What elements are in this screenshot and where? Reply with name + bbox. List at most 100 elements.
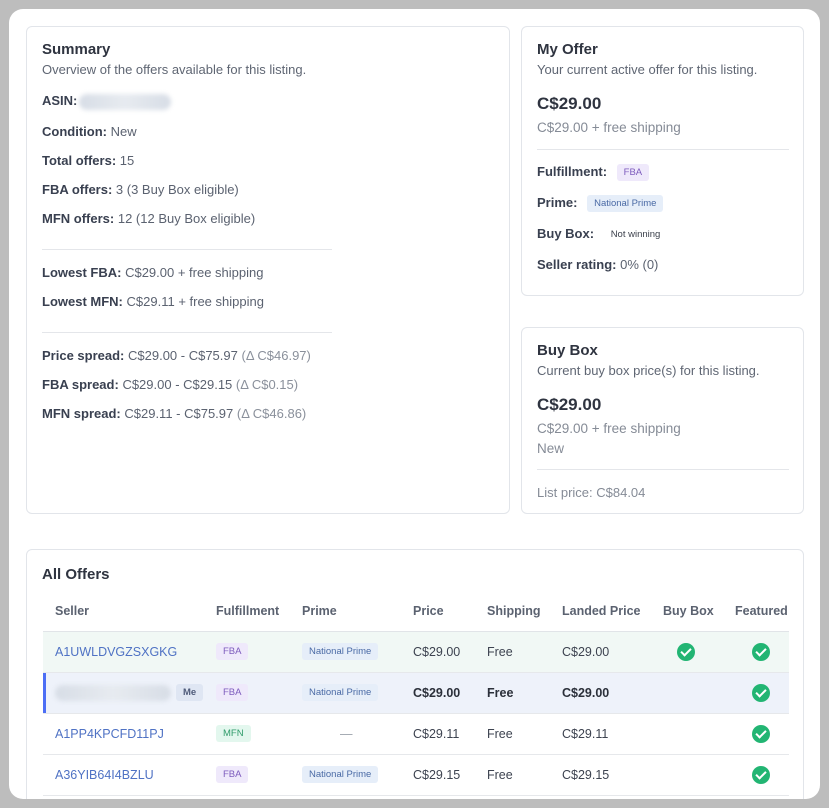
seller-rating-row: Seller rating: 0% (0) <box>537 257 659 272</box>
fulfillment-badge: FBA <box>216 643 249 660</box>
col-featured[interactable]: Featured <box>735 592 789 632</box>
total-offers-value: 15 <box>119 153 135 168</box>
asin-label: ASIN: <box>42 93 78 108</box>
seller-name-redacted <box>55 684 171 701</box>
buy-box-price-detail: C$29.00 + free shipping <box>537 421 681 436</box>
price-spread-delta: (Δ C$46.97) <box>241 348 311 363</box>
lowest-fba-row: Lowest FBA: C$29.00 + free shipping <box>42 265 264 280</box>
mfn-spread-value: C$29.11 - C$75.97 <box>124 406 234 421</box>
buy-box-cell-empty <box>663 672 735 714</box>
featured-check-icon <box>752 683 770 702</box>
buy-box-card: Buy Box Current buy box price(s) for thi… <box>521 327 804 514</box>
buy-box-title: Buy Box <box>537 342 598 359</box>
lowest-fba-value: C$29.00 + free shipping <box>125 265 264 280</box>
col-landed-price[interactable]: Landed Price <box>562 592 663 632</box>
page-frame: Summary Overview of the offers available… <box>9 9 820 799</box>
table-row[interactable]: A1PP4KPCFD11PJ MFN — C$29.11 Free C$29.1… <box>43 713 789 755</box>
fulfillment-badge: FBA <box>216 766 249 783</box>
mfn-spread-delta: (Δ C$46.86) <box>236 406 307 421</box>
prime-empty-dash: — <box>302 713 413 755</box>
fba-spread-value: C$29.00 - C$29.15 <box>122 377 233 392</box>
summary-card: Summary Overview of the offers available… <box>26 26 510 514</box>
col-price[interactable]: Price <box>413 592 487 632</box>
buybox-status-badge: Not winning <box>610 229 661 241</box>
summary-subtitle: Overview of the offers available for thi… <box>42 62 307 77</box>
buy-box-cell-empty <box>663 713 735 755</box>
price-spread-value: C$29.00 - C$75.97 <box>128 348 238 363</box>
fba-spread-delta: (Δ C$0.15) <box>235 377 299 392</box>
shipping-cell: Free <box>487 754 562 796</box>
table-row[interactable]: A1UWLDVGZSXGKG FBA National Prime C$29.0… <box>43 631 789 673</box>
price-cell: C$29.15 <box>413 754 487 796</box>
landed-price-cell: C$29.00 <box>562 631 663 673</box>
my-offer-subtitle: Your current active offer for this listi… <box>537 62 758 77</box>
mfn-spread-row: MFN spread: C$29.11 - C$75.97 (Δ C$46.86… <box>42 406 307 421</box>
seller-link[interactable]: A1UWLDVGZSXGKG <box>55 645 177 659</box>
asin-value-redacted <box>79 93 172 110</box>
fulfillment-row: Fulfillment: FBA <box>537 164 650 182</box>
col-shipping[interactable]: Shipping <box>487 592 562 632</box>
shipping-cell: Free <box>487 631 562 673</box>
table-row-me[interactable]: Me FBA National Prime C$29.00 Free C$29.… <box>43 672 789 714</box>
buy-box-subtitle: Current buy box price(s) for this listin… <box>537 363 760 378</box>
landed-price-cell: C$29.11 <box>562 713 663 755</box>
prime-badge: National Prime <box>302 684 379 701</box>
price-cell: C$29.11 <box>413 713 487 755</box>
prime-badge: National Prime <box>302 766 379 783</box>
summary-divider-2 <box>42 332 332 333</box>
price-cell: C$29.00 <box>413 631 487 673</box>
my-offer-divider <box>537 149 789 150</box>
summary-divider-1 <box>42 249 332 250</box>
offers-header-row: Seller Fulfillment Prime Price Shipping … <box>43 592 789 632</box>
col-fulfillment[interactable]: Fulfillment <box>216 592 302 632</box>
landed-price-cell: C$29.15 <box>562 754 663 796</box>
prime-row: Prime: National Prime <box>537 195 664 213</box>
featured-check-icon <box>752 642 770 661</box>
col-buy-box[interactable]: Buy Box <box>663 592 735 632</box>
total-offers-row: Total offers: 15 <box>42 153 135 168</box>
featured-check-icon <box>752 724 770 743</box>
my-offer-price-detail: C$29.00 + free shipping <box>537 120 681 135</box>
table-row[interactable]: A36YIB64I4BZLU FBA National Prime C$29.1… <box>43 754 789 796</box>
featured-check-icon <box>752 765 770 784</box>
price-cell: C$29.00 <box>413 672 487 714</box>
my-offer-title: My Offer <box>537 41 598 58</box>
buy-box-condition: New <box>537 441 565 456</box>
my-offer-card: My Offer Your current active offer for t… <box>521 26 804 296</box>
condition-value: New <box>110 124 137 139</box>
all-offers-card: All Offers Seller Fulfillment Prime Pric… <box>26 549 804 799</box>
shipping-cell: Free <box>487 672 562 714</box>
fba-spread-row: FBA spread: C$29.00 - C$29.15 (Δ C$0.15) <box>42 377 299 392</box>
buy-box-price: C$29.00 <box>537 395 602 414</box>
landed-price-cell: C$29.00 <box>562 672 663 714</box>
lowest-mfn-row: Lowest MFN: C$29.11 + free shipping <box>42 294 264 309</box>
mfn-offers-value: 12 (12 Buy Box eligible) <box>117 211 256 226</box>
all-offers-title: All Offers <box>42 566 110 583</box>
me-tag: Me <box>176 684 204 701</box>
buy-box-divider <box>537 469 789 470</box>
lowest-mfn-value: C$29.11 + free shipping <box>126 294 264 309</box>
buybox-row: Buy Box: Not winning <box>537 226 667 243</box>
offers-table: Seller Fulfillment Prime Price Shipping … <box>43 592 789 796</box>
mfn-offers-row: MFN offers: 12 (12 Buy Box eligible) <box>42 211 256 226</box>
summary-title: Summary <box>42 41 111 58</box>
offers-table-scroll[interactable]: Seller Fulfillment Prime Price Shipping … <box>43 592 789 799</box>
condition-row: Condition: New <box>42 124 137 139</box>
shipping-cell: Free <box>487 713 562 755</box>
list-price: List price: C$84.04 <box>537 485 646 500</box>
fulfillment-badge: FBA <box>216 684 249 701</box>
col-seller[interactable]: Seller <box>43 592 216 632</box>
seller-rating-value: 0% (0) <box>620 257 659 272</box>
seller-link[interactable]: A36YIB64I4BZLU <box>55 768 154 782</box>
buy-box-check-icon <box>677 642 695 661</box>
fulfillment-badge: MFN <box>216 725 251 742</box>
buy-box-cell-empty <box>663 754 735 796</box>
seller-link[interactable]: A1PP4KPCFD11PJ <box>55 727 164 741</box>
price-spread-row: Price spread: C$29.00 - C$75.97 (Δ C$46.… <box>42 348 311 363</box>
prime-badge: National Prime <box>587 195 664 213</box>
fba-offers-row: FBA offers: 3 (3 Buy Box eligible) <box>42 182 239 197</box>
asin-row: ASIN: <box>42 93 172 110</box>
fba-offers-value: 3 (3 Buy Box eligible) <box>115 182 239 197</box>
col-prime[interactable]: Prime <box>302 592 413 632</box>
prime-badge: National Prime <box>302 643 379 660</box>
